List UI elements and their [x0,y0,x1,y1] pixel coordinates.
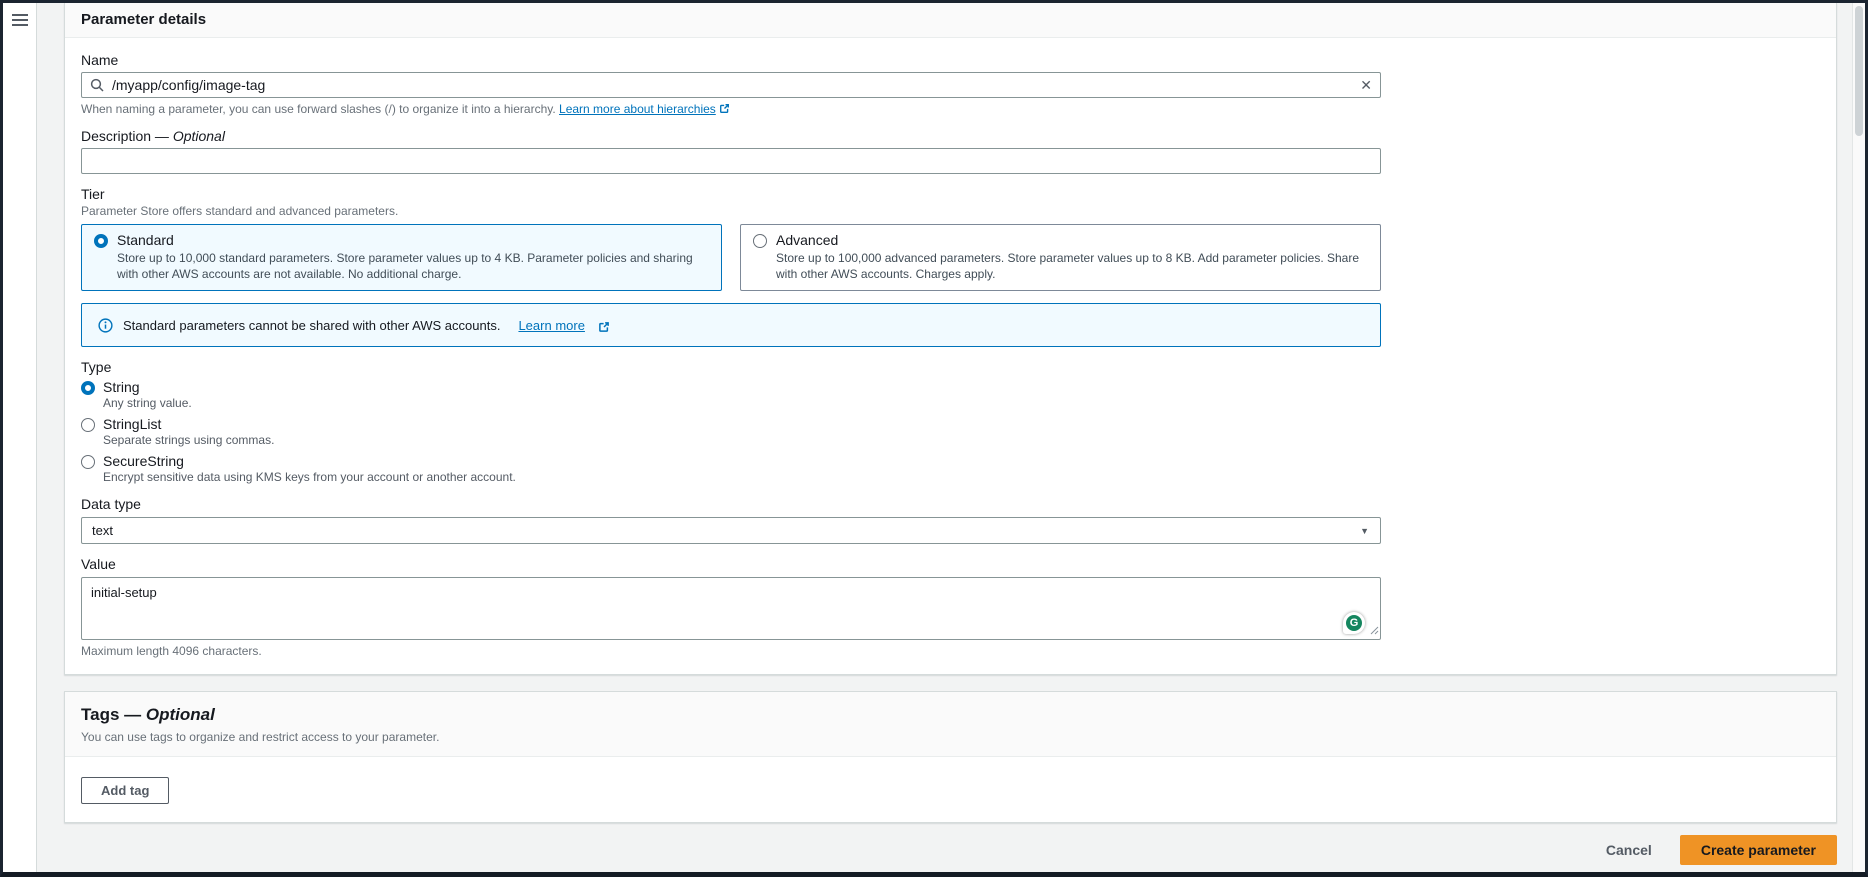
value-textarea[interactable]: initial-setup [81,577,1381,640]
tier-helper: Parameter Store offers standard and adva… [81,204,1820,218]
type-securestring-label: SecureString [103,453,184,469]
type-string-label: String [103,379,140,395]
tags-helper: You can use tags to organize and restric… [81,730,1820,744]
hierarchies-link[interactable]: Learn more about hierarchies [559,102,716,116]
tier-option-advanced[interactable]: Advanced Store up to 100,000 advanced pa… [740,224,1381,291]
name-input[interactable] [81,72,1381,98]
form-actions: Cancel Create parameter [64,835,1837,865]
info-icon [98,318,113,333]
type-option-securestring[interactable]: SecureString [81,453,1820,469]
tier-standard-label: Standard [117,232,709,248]
type-stringlist-label: StringList [103,416,161,432]
banner-text: Standard parameters cannot be shared wit… [123,318,500,333]
scrollbar-thumb[interactable] [1855,6,1863,136]
standard-tier-info-banner: Standard parameters cannot be shared wit… [81,303,1381,347]
collapsed-sidebar [3,3,37,872]
name-field-group: Name ✕ When naming a parameter, you can … [81,52,1381,116]
search-icon [89,77,105,93]
parameter-details-card: Parameter details Name ✕ When naming a p… [64,3,1837,675]
radio-standard[interactable] [94,234,108,248]
name-helper: When naming a parameter, you can use for… [81,102,1381,116]
tier-option-standard[interactable]: Standard Store up to 10,000 standard par… [81,224,722,291]
radio-stringlist[interactable] [81,418,95,432]
data-type-field-group: Data type text ▼ [81,496,1820,544]
card-title: Parameter details [81,11,1820,28]
type-field-group: Type String Any string value. StringList… [81,359,1820,484]
tier-advanced-label: Advanced [776,232,1368,248]
type-string-description: Any string value. [103,396,1820,410]
tier-standard-description: Store up to 10,000 standard parameters. … [117,250,709,282]
create-parameter-form: Parameter details Name ✕ When naming a p… [64,3,1837,865]
add-tag-button[interactable]: Add tag [81,777,169,804]
tags-title: Tags — Optional [81,705,1820,725]
tags-card: Tags — Optional You can use tags to orga… [64,691,1837,823]
type-stringlist-description: Separate strings using commas. [103,433,1820,447]
tier-label: Tier [81,186,1820,202]
parameter-details-header: Parameter details [65,3,1836,38]
description-field-group: Description — Optional [81,128,1381,174]
data-type-selected-value: text [92,523,113,538]
scrollbar-track[interactable] [1852,3,1865,872]
external-link-icon [719,103,730,114]
tier-field-group: Tier Parameter Store offers standard and… [81,186,1820,291]
name-label: Name [81,52,1381,68]
description-input[interactable] [81,148,1381,174]
tier-advanced-description: Store up to 100,000 advanced parameters.… [776,250,1368,282]
type-label: Type [81,359,1820,375]
resize-handle-icon[interactable] [1370,622,1379,638]
tags-header: Tags — Optional You can use tags to orga… [65,692,1836,757]
type-option-string[interactable]: String [81,379,1820,395]
cancel-button[interactable]: Cancel [1606,842,1652,858]
data-type-select[interactable]: text ▼ [81,517,1381,544]
value-field-group: Value initial-setup G Maximum length 409… [81,556,1820,658]
chevron-down-icon: ▼ [1360,526,1369,536]
banner-learn-more-link[interactable]: Learn more [518,318,584,333]
create-parameter-button[interactable]: Create parameter [1680,835,1837,865]
description-label: Description — Optional [81,128,1381,144]
type-option-stringlist[interactable]: StringList [81,416,1820,432]
type-securestring-description: Encrypt sensitive data using KMS keys fr… [103,470,1820,484]
value-helper: Maximum length 4096 characters. [81,644,1820,658]
external-link-icon [598,320,609,331]
value-label: Value [81,556,1820,572]
radio-advanced[interactable] [753,234,767,248]
data-type-label: Data type [81,496,1820,512]
radio-securestring[interactable] [81,455,95,469]
radio-string[interactable] [81,381,95,395]
hamburger-menu-icon[interactable] [12,14,28,26]
app-window: Parameter details Name ✕ When naming a p… [0,0,1868,877]
clear-name-icon[interactable]: ✕ [1360,76,1372,94]
